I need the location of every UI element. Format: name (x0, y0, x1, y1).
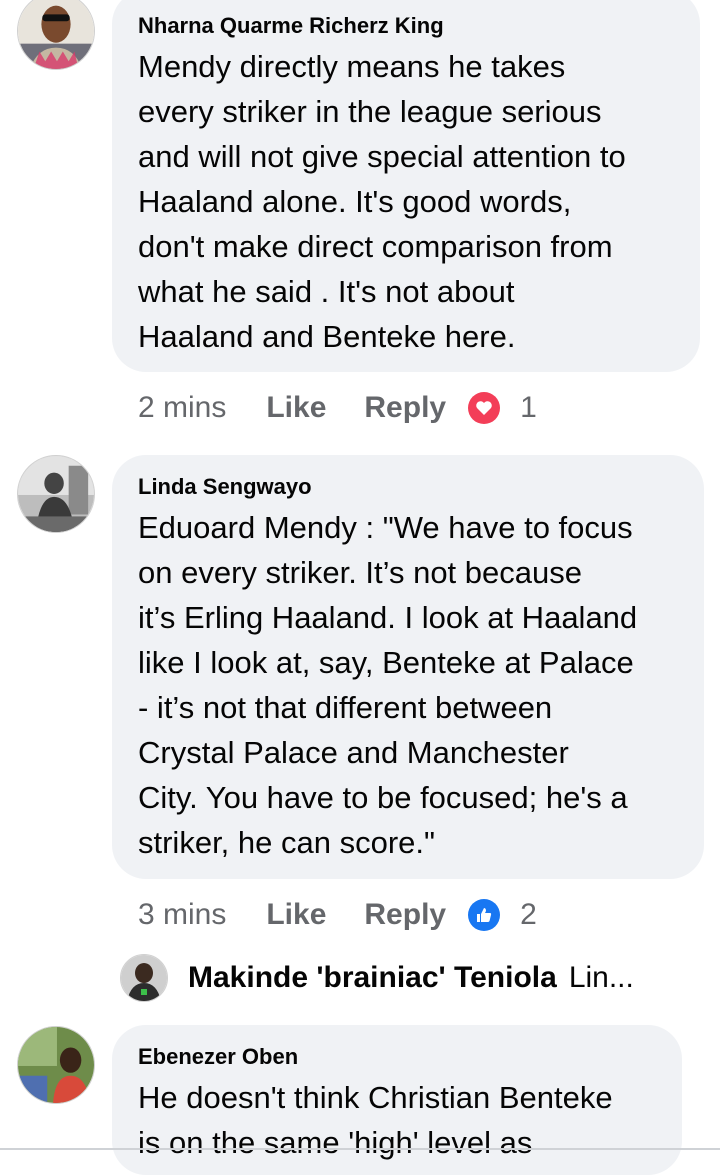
comment-bubble: Ebenezer Oben He doesn't think Christian… (112, 1025, 682, 1175)
comment-line: striker, he can score." (138, 825, 436, 860)
like-button[interactable]: Like (266, 391, 326, 425)
comment-line: what he said . It's not about (138, 274, 515, 309)
comment-author[interactable]: Linda Sengwayo (138, 473, 678, 501)
comment-actions: 2 mins Like Reply 1 (138, 388, 537, 428)
comment-author[interactable]: Nharna Quarme Richerz King (138, 12, 674, 40)
reply-button[interactable]: Reply (364, 898, 446, 932)
comment-actions: 3 mins Like Reply 2 (138, 895, 537, 935)
comment-line: like I look at, say, Benteke at Palace (138, 645, 634, 680)
comment-line: and will not give special attention to (138, 139, 626, 174)
avatar[interactable] (17, 0, 95, 70)
comment-bubble: Nharna Quarme Richerz King Mendy directl… (112, 0, 700, 372)
reply-author[interactable]: Makinde 'brainiac' Teniola (188, 961, 557, 995)
comment-line: is on the same 'high' level as (138, 1125, 533, 1160)
like-button[interactable]: Like (266, 898, 326, 932)
comment-line: - it’s not that different between (138, 690, 553, 725)
comment-line: Mendy directly means he takes (138, 49, 566, 84)
reaction-count[interactable]: 2 (520, 898, 537, 932)
comment-text: He doesn't think Christian Benteke is on… (138, 1075, 656, 1165)
comment-line: He doesn't think Christian Benteke (138, 1080, 613, 1115)
comment-author[interactable]: Ebenezer Oben (138, 1043, 656, 1071)
comment-text: Eduoard Mendy : "We have to focus on eve… (138, 505, 678, 865)
comment-line: Crystal Palace and Manchester (138, 735, 569, 770)
comment-line: it’s Erling Haaland. I look at Haaland (138, 600, 638, 635)
comment-line: don't make direct comparison from (138, 229, 613, 264)
heart-reaction-icon[interactable] (468, 392, 501, 424)
comment-timestamp[interactable]: 2 mins (138, 391, 226, 425)
comment-line: City. You have to be focused; he's a (138, 780, 628, 815)
reply-button[interactable]: Reply (364, 391, 446, 425)
reply-text: Lin... (568, 961, 634, 994)
comment-timestamp[interactable]: 3 mins (138, 898, 226, 932)
avatar[interactable] (120, 954, 168, 1002)
comment-line: Eduoard Mendy : "We have to focus (138, 510, 633, 545)
avatar[interactable] (17, 1026, 95, 1104)
comment-line: Haaland and Benteke here. (138, 319, 516, 354)
divider (0, 1148, 720, 1150)
comment-line: Haaland alone. It's good words, (138, 184, 572, 219)
reply-preview[interactable]: Makinde 'brainiac' Teniola Lin... (120, 952, 634, 1004)
comment-text: Mendy directly means he takes every stri… (138, 44, 674, 359)
reaction-count[interactable]: 1 (520, 391, 537, 425)
comment-line: every striker in the league serious (138, 94, 602, 129)
comment-bubble: Linda Sengwayo Eduoard Mendy : "We have … (112, 455, 704, 879)
comment-line: on every striker. It’s not because (138, 555, 582, 590)
avatar[interactable] (17, 455, 95, 533)
thumbs-up-reaction-icon[interactable] (468, 899, 501, 931)
